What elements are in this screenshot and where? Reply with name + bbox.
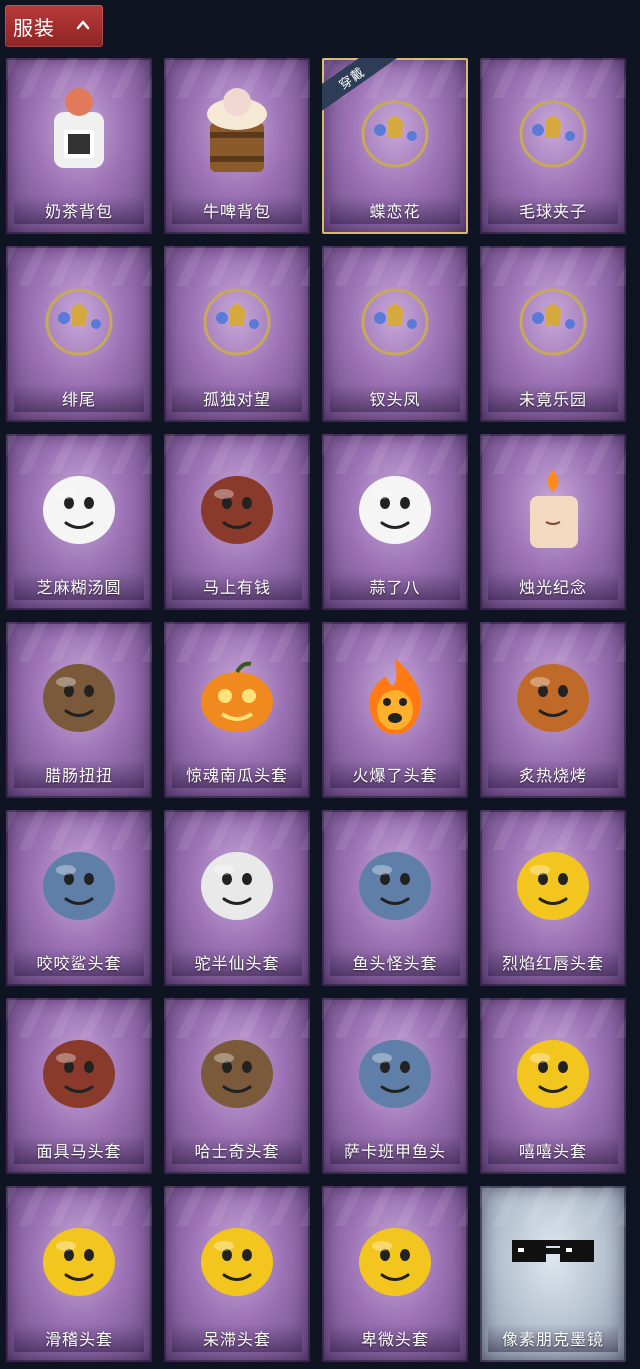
item-card[interactable]: 马上有钱 — [164, 434, 310, 610]
item-name: 烛光纪念 — [488, 572, 618, 600]
rice-ball-icon — [43, 476, 115, 544]
humble-emoji-mask-icon — [359, 1228, 431, 1296]
item-card[interactable]: 嘻嘻头套 — [480, 998, 626, 1174]
item-name: 腊肠扭扭 — [14, 760, 144, 788]
item-card[interactable]: 咬咬鲨头套 — [6, 810, 152, 986]
item-name: 毛球夹子 — [488, 196, 618, 224]
raccoon-clip-icon — [519, 100, 587, 168]
item-name: 面具马头套 — [14, 1136, 144, 1164]
panda-sunglasses-mask-icon — [201, 852, 273, 920]
item-name: 未竟乐园 — [488, 384, 618, 412]
item-card[interactable]: 面具马头套 — [6, 998, 152, 1174]
funny-emoji-mask-icon — [43, 1228, 115, 1296]
item-card[interactable]: 烈焰红唇头套 — [480, 810, 626, 986]
item-name: 蝶恋花 — [330, 196, 460, 224]
milk-tea-backpack-icon — [54, 88, 104, 168]
item-card[interactable]: 卑微头套 — [322, 1186, 468, 1362]
doll-charm-icon — [203, 288, 271, 356]
item-card[interactable]: 驼半仙头套 — [164, 810, 310, 986]
item-name: 马上有钱 — [172, 572, 302, 600]
fox-charm-icon — [45, 288, 113, 356]
cow-beer-backpack-icon — [207, 88, 267, 172]
item-name: 咬咬鲨头套 — [14, 948, 144, 976]
item-name: 惊魂南瓜头套 — [172, 760, 302, 788]
fish-head-mask-icon — [359, 852, 431, 920]
item-card[interactable]: 牛啤背包 — [164, 58, 310, 234]
butterfly-bell-icon — [361, 100, 429, 168]
item-name: 芝麻糊汤圆 — [14, 572, 144, 600]
dazed-emoji-mask-icon — [201, 1228, 273, 1296]
item-name: 奶茶背包 — [14, 196, 144, 224]
pumpkin-mask-icon — [201, 661, 273, 732]
item-card[interactable]: 腊肠扭扭 — [6, 622, 152, 798]
item-card[interactable]: 像素朋克墨镜 — [480, 1186, 626, 1362]
item-card[interactable]: 哈士奇头套 — [164, 998, 310, 1174]
item-card[interactable]: 火爆了头套 — [322, 622, 468, 798]
category-tab-label: 服装 — [13, 15, 55, 40]
item-name: 卑微头套 — [330, 1324, 460, 1352]
item-card[interactable]: 绯尾 — [6, 246, 152, 422]
item-name: 哈士奇头套 — [172, 1136, 302, 1164]
item-card[interactable]: 呆滞头套 — [164, 1186, 310, 1362]
item-card[interactable]: 炙热烧烤 — [480, 622, 626, 798]
item-card[interactable]: 蒜了八 — [322, 434, 468, 610]
item-grid: 奶茶背包 牛啤背包 穿戴 蝶恋花 毛球夹子 绯尾 孤独对望 钗头凤 未竟乐园 芝… — [6, 58, 628, 1362]
item-name: 绯尾 — [14, 384, 144, 412]
shark-mask-icon — [43, 852, 115, 920]
husky-mask-icon — [201, 1040, 273, 1108]
item-name: 火爆了头套 — [330, 760, 460, 788]
item-card[interactable]: 萨卡班甲鱼头 — [322, 998, 468, 1174]
pixel-sunglasses-icon — [512, 1240, 594, 1262]
item-card[interactable]: 未竟乐园 — [480, 246, 626, 422]
bbq-mask-icon — [517, 664, 589, 732]
item-card[interactable]: 穿戴 蝶恋花 — [322, 58, 468, 234]
category-tab-clothing[interactable]: 服装 — [5, 5, 103, 47]
yellow-lips-mask-icon — [517, 852, 589, 920]
dog-head-icon — [43, 664, 115, 732]
chevron-up-icon — [76, 20, 90, 30]
item-name: 孤独对望 — [172, 384, 302, 412]
item-name: 烈焰红唇头套 — [488, 948, 618, 976]
item-name: 滑稽头套 — [14, 1324, 144, 1352]
item-name: 呆滞头套 — [172, 1324, 302, 1352]
item-card[interactable]: 毛球夹子 — [480, 58, 626, 234]
item-card[interactable]: 孤独对望 — [164, 246, 310, 422]
star-doll-icon — [519, 288, 587, 356]
item-card[interactable]: 惊魂南瓜头套 — [164, 622, 310, 798]
item-card[interactable]: 鱼头怪头套 — [322, 810, 468, 986]
item-name: 嘻嘻头套 — [488, 1136, 618, 1164]
item-card[interactable]: 芝麻糊汤圆 — [6, 434, 152, 610]
item-card[interactable]: 钗头凤 — [322, 246, 468, 422]
grin-emoji-mask-icon — [517, 1040, 589, 1108]
horse-head-icon — [201, 476, 273, 544]
item-name: 钗头凤 — [330, 384, 460, 412]
item-card[interactable]: 滑稽头套 — [6, 1186, 152, 1362]
item-name: 牛啤背包 — [172, 196, 302, 224]
horse-mask-icon — [43, 1040, 115, 1108]
item-card[interactable]: 奶茶背包 — [6, 58, 152, 234]
item-name: 萨卡班甲鱼头 — [330, 1136, 460, 1164]
item-name: 蒜了八 — [330, 572, 460, 600]
item-name: 驼半仙头套 — [172, 948, 302, 976]
item-name: 炙热烧烤 — [488, 760, 618, 788]
item-name: 像素朋克墨镜 — [488, 1324, 618, 1352]
candle-icon — [530, 470, 578, 548]
armored-fish-mask-icon — [359, 1040, 431, 1108]
item-name: 鱼头怪头套 — [330, 948, 460, 976]
garlic-icon — [359, 476, 431, 544]
phoenix-crown-icon — [361, 288, 429, 356]
item-card[interactable]: 烛光纪念 — [480, 434, 626, 610]
fire-mask-icon — [369, 658, 421, 734]
